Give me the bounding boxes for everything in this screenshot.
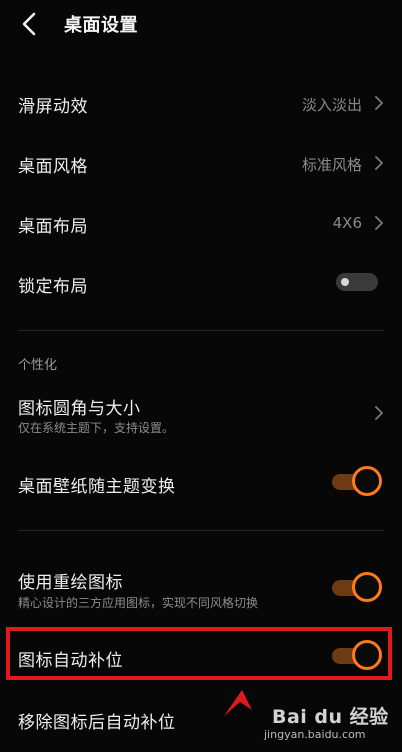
scroll-effect-row[interactable]: 滑屏动效 淡入淡出 bbox=[0, 72, 402, 132]
desktop-style-row[interactable]: 桌面风格 标准风格 bbox=[0, 132, 402, 192]
chevron-right-icon bbox=[374, 215, 384, 231]
header: 桌面设置 bbox=[0, 0, 402, 48]
row-label: 滑屏动效 bbox=[18, 97, 88, 117]
row-label: 桌面风格 bbox=[18, 157, 88, 177]
chevron-right-icon bbox=[374, 405, 384, 421]
lock-layout-row: 锁定布局 bbox=[0, 252, 402, 312]
chevron-right-icon bbox=[374, 95, 384, 111]
section-divider bbox=[18, 530, 384, 531]
toggle-knob bbox=[352, 572, 382, 602]
section-title-personalize: 个性化 bbox=[18, 358, 58, 373]
wallpaper-theme-row: 桌面壁纸随主题变换 bbox=[0, 452, 402, 512]
lock-layout-toggle[interactable] bbox=[336, 273, 378, 291]
row-label: 图标圆角与大小 bbox=[18, 399, 141, 419]
chevron-left-icon bbox=[14, 8, 46, 40]
toggle-knob bbox=[341, 278, 349, 286]
back-button[interactable] bbox=[14, 8, 46, 40]
redraw-icons-toggle[interactable] bbox=[332, 572, 382, 604]
toggle-knob bbox=[352, 466, 382, 496]
watermark-url: jingyan.baidu.com bbox=[264, 728, 366, 741]
row-label: 锁定布局 bbox=[18, 277, 88, 297]
row-subtitle: 精心设计的三方应用图标，实现不同风格切换 bbox=[18, 596, 259, 610]
row-label: 使用重绘图标 bbox=[18, 573, 123, 593]
settings-page: 桌面设置 滑屏动效 淡入淡出 桌面风格 标准风格 桌面布局 4X6 锁定布局 个… bbox=[0, 0, 402, 752]
row-label: 桌面壁纸随主题变换 bbox=[18, 477, 176, 497]
wallpaper-theme-toggle[interactable] bbox=[332, 466, 382, 498]
row-subtitle: 仅在系统主题下，支持设置。 bbox=[18, 421, 175, 435]
row-value: 标准风格 bbox=[301, 156, 362, 174]
icon-corner-row[interactable]: 图标圆角与大小 仅在系统主题下，支持设置。 bbox=[0, 384, 402, 444]
row-value: 淡入淡出 bbox=[301, 96, 362, 114]
watermark: Bai du 经验 jingyan.baidu.com bbox=[264, 702, 394, 746]
row-label: 桌面布局 bbox=[18, 217, 88, 237]
row-label: 移除图标后自动补位 bbox=[18, 713, 176, 733]
row-value: 4X6 bbox=[332, 214, 362, 232]
section-divider bbox=[18, 330, 384, 331]
desktop-layout-row[interactable]: 桌面布局 4X6 bbox=[0, 192, 402, 252]
pointer-arrow-icon bbox=[222, 688, 258, 722]
chevron-right-icon bbox=[374, 155, 384, 171]
page-title: 桌面设置 bbox=[64, 15, 138, 36]
watermark-logo: Bai du 经验 bbox=[272, 706, 389, 728]
redraw-icons-row: 使用重绘图标 精心设计的三方应用图标，实现不同风格切换 bbox=[0, 560, 402, 620]
highlight-box bbox=[6, 627, 392, 680]
